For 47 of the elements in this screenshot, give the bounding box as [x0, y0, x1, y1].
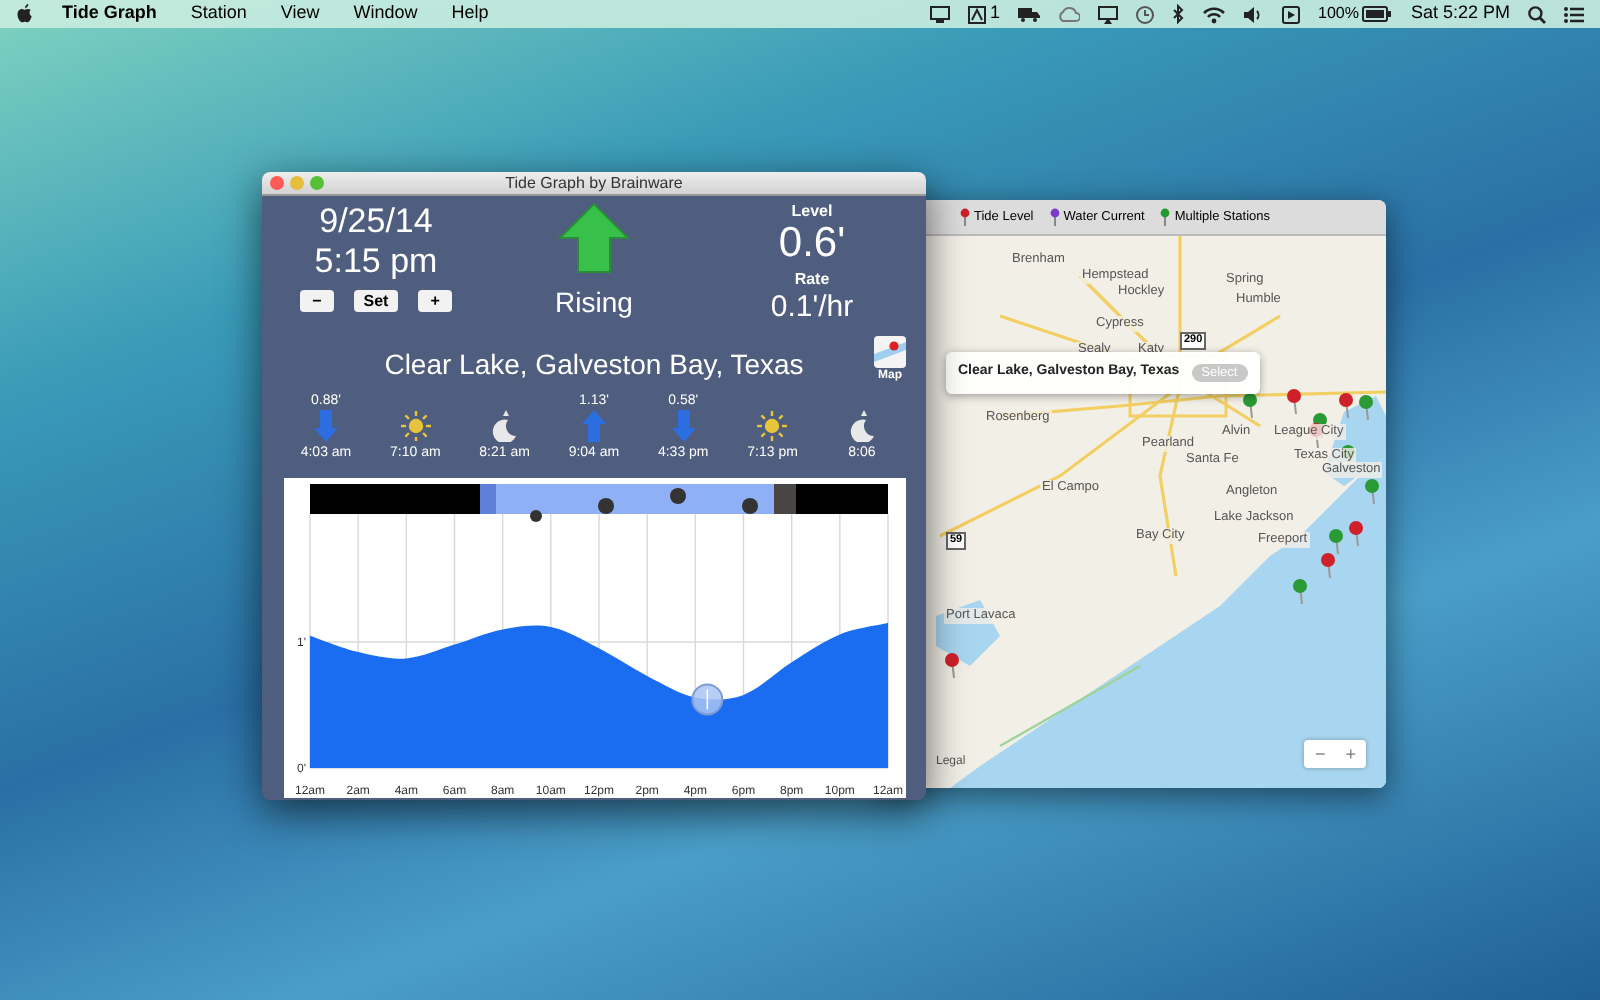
- up-arrow-icon: [581, 410, 606, 442]
- up-arrow-icon: [558, 202, 630, 274]
- list-icon[interactable]: [1564, 5, 1584, 23]
- menu-item[interactable]: View: [280, 0, 320, 28]
- display-icon[interactable]: [929, 5, 950, 23]
- moon-icon: [490, 410, 519, 442]
- rate-label: Rate: [794, 270, 830, 290]
- bluetooth-icon[interactable]: [1172, 4, 1184, 24]
- window-title: Tide Graph by Brainware: [505, 172, 683, 195]
- apple-icon[interactable]: [16, 4, 34, 24]
- close-button[interactable]: [270, 176, 284, 190]
- set-button[interactable]: Set: [353, 290, 399, 312]
- level-label: Level: [791, 202, 833, 222]
- wifi-icon[interactable]: [1202, 5, 1226, 23]
- increment-button[interactable]: +: [418, 290, 452, 312]
- level-value: 0.6': [778, 222, 846, 266]
- down-arrow-icon: [671, 410, 696, 442]
- time-cursor-handle[interactable]: [690, 683, 723, 716]
- location-title: Clear Lake, Galveston Bay, Texas: [384, 345, 804, 384]
- zoom-in-button[interactable]: +: [1335, 740, 1366, 768]
- battery-percent: 100%: [1318, 2, 1359, 26]
- menu-item[interactable]: Station: [190, 0, 247, 28]
- clock-icon[interactable]: [1136, 5, 1154, 23]
- battery-icon[interactable]: [1362, 6, 1393, 22]
- volume-icon[interactable]: [1244, 5, 1264, 23]
- airplay-icon[interactable]: [1098, 5, 1118, 23]
- menu-item[interactable]: Window: [353, 0, 418, 28]
- menu-item[interactable]: Help: [451, 0, 489, 28]
- search-icon[interactable]: [1528, 5, 1546, 23]
- time-text: 5:15 pm: [314, 242, 438, 282]
- down-arrow-icon: [314, 410, 338, 442]
- display-count: 1: [989, 0, 1000, 27]
- sun-icon: [756, 410, 789, 442]
- truck-icon[interactable]: [1018, 6, 1040, 22]
- cloud-icon[interactable]: [1058, 6, 1080, 22]
- app-menu[interactable]: Tide Graph: [62, 0, 157, 28]
- decrement-button[interactable]: −: [300, 290, 334, 312]
- letter-icon[interactable]: [967, 5, 986, 23]
- date-text: 9/25/14: [319, 202, 433, 242]
- sun-icon: [399, 410, 432, 442]
- menu-clock[interactable]: Sat 5:22 PM: [1410, 0, 1510, 28]
- zoom-out-button[interactable]: −: [1304, 740, 1336, 768]
- trend-text: Rising: [555, 284, 633, 322]
- moon-icon: [847, 410, 876, 442]
- rate-value: 0.1'/hr: [770, 290, 854, 324]
- play-icon[interactable]: [1282, 5, 1300, 23]
- map-icon[interactable]: [874, 336, 906, 368]
